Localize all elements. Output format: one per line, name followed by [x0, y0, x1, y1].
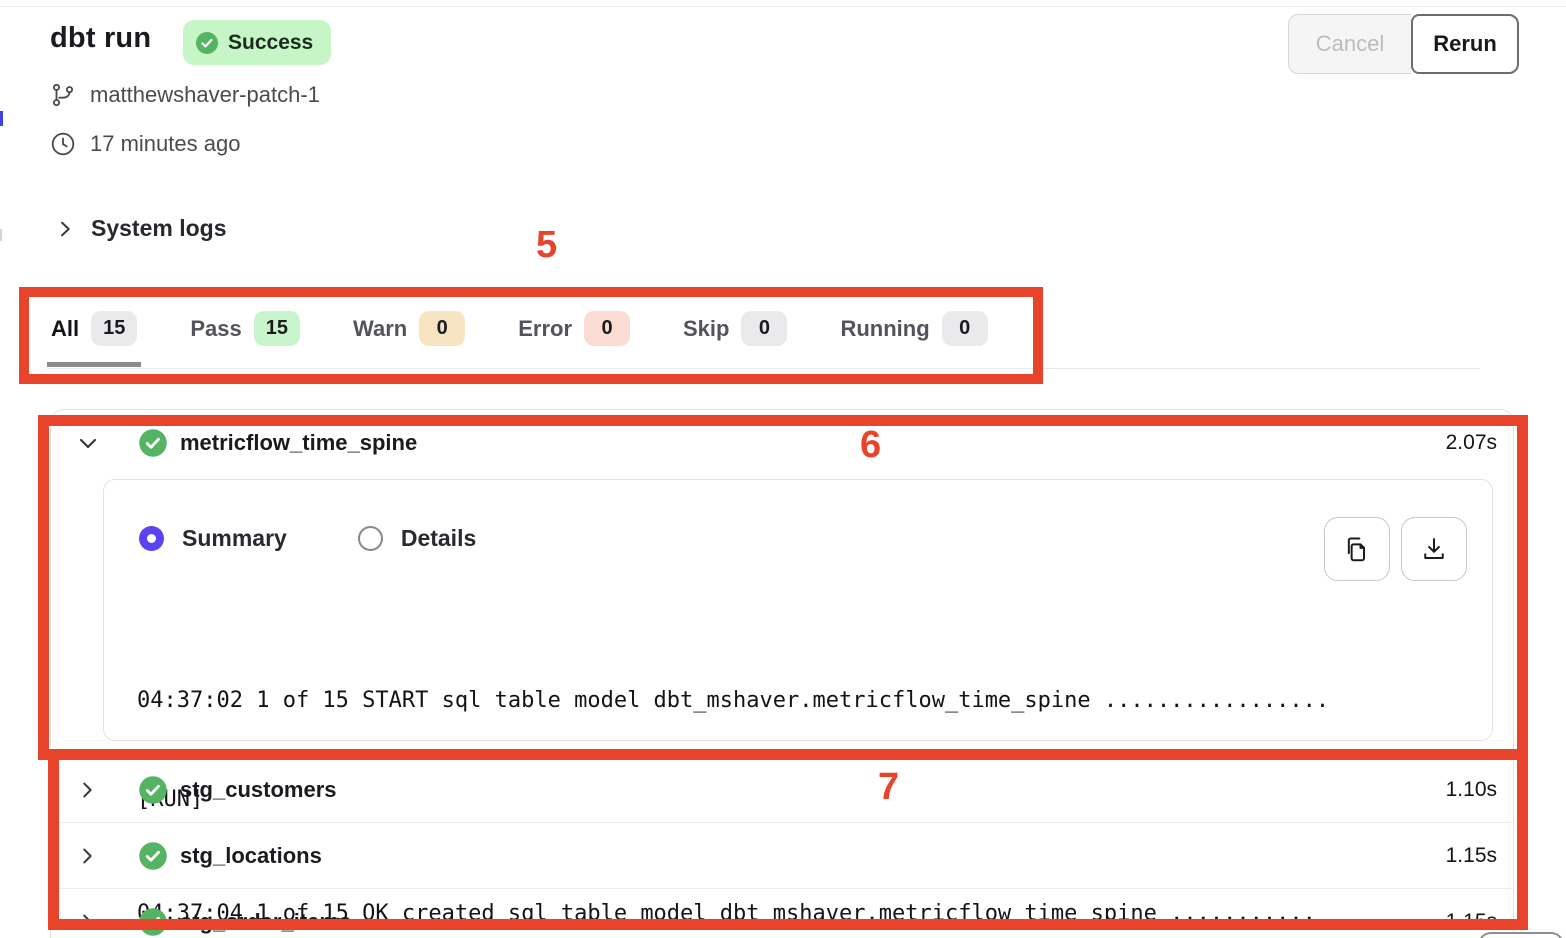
tab-pass-count: 15 — [254, 311, 300, 346]
top-divider — [0, 6, 1566, 7]
branch-row: matthewshaver-patch-1 — [50, 82, 320, 108]
success-check-icon — [195, 31, 219, 55]
details-radio-label: Details — [401, 525, 476, 552]
status-badge-label: Success — [228, 31, 313, 55]
copy-icon — [1343, 535, 1371, 563]
success-check-icon — [138, 841, 168, 871]
branch-name: matthewshaver-patch-1 — [90, 82, 320, 108]
tab-pass-label: Pass — [190, 316, 241, 342]
summary-radio[interactable] — [139, 526, 164, 551]
time-ago: 17 minutes ago — [90, 131, 240, 157]
system-logs-toggle[interactable]: System logs — [55, 215, 227, 242]
tab-error-count: 0 — [584, 311, 630, 346]
copy-logs-button[interactable] — [1324, 517, 1390, 581]
rerun-button[interactable]: Rerun — [1411, 14, 1519, 74]
model-duration: 1.10s — [1446, 778, 1497, 802]
results-table: metricflow_time_spine 2.07s Summary Deta… — [50, 409, 1514, 938]
tab-error[interactable]: Error 0 — [514, 303, 634, 367]
model-name: stg_customers — [180, 777, 337, 803]
tab-all-label: All — [51, 316, 79, 342]
download-icon — [1420, 535, 1448, 563]
tab-all[interactable]: All 15 — [47, 303, 141, 367]
run-actions: Cancel Rerun — [1288, 14, 1519, 74]
tab-warn-label: Warn — [353, 316, 407, 342]
status-badge: Success — [183, 20, 331, 65]
tab-skip[interactable]: Skip 0 — [679, 303, 791, 367]
model-name: metricflow_time_spine — [180, 430, 417, 456]
status-tabs: All 15 Pass 15 Warn 0 Error 0 Skip 0 Run… — [47, 303, 992, 367]
row-stg-order-items[interactable]: stg_order_items 1.15s — [51, 888, 1513, 938]
git-branch-icon — [50, 82, 76, 108]
model-name: stg_locations — [180, 843, 322, 869]
row-stg-locations[interactable]: stg_locations 1.15s — [51, 822, 1513, 888]
success-check-icon — [138, 907, 168, 937]
cancel-button[interactable]: Cancel — [1288, 14, 1411, 74]
tab-warn-count: 0 — [419, 311, 465, 346]
tab-running[interactable]: Running 0 — [836, 303, 991, 367]
download-logs-button[interactable] — [1401, 517, 1467, 581]
tab-all-count: 15 — [91, 311, 137, 346]
chevron-right-icon[interactable] — [76, 779, 100, 801]
tab-error-label: Error — [518, 316, 572, 342]
dbt-run-page: dbt run Success Cancel Rerun matthewshav… — [0, 0, 1566, 938]
edge-artifact-grey — [0, 229, 2, 241]
chevron-right-icon — [55, 219, 75, 239]
time-row: 17 minutes ago — [50, 131, 240, 157]
chevron-down-icon[interactable] — [76, 431, 100, 455]
tab-warn[interactable]: Warn 0 — [349, 303, 469, 367]
summary-radio-label: Summary — [182, 525, 287, 552]
tab-pass[interactable]: Pass 15 — [186, 303, 304, 367]
details-radio[interactable] — [358, 526, 383, 551]
log-view-switch: Summary Details — [139, 525, 476, 552]
row-stg-customers[interactable]: stg_customers 1.10s — [51, 756, 1513, 822]
tabs-baseline — [47, 368, 1480, 369]
model-duration: 1.15s — [1446, 910, 1497, 934]
success-check-icon — [138, 775, 168, 805]
log-summary-card: Summary Details — [103, 479, 1493, 741]
log-line: 04:37:02 1 of 15 START sql table model d… — [137, 684, 1329, 717]
chevron-right-icon[interactable] — [76, 911, 100, 933]
chevron-right-icon[interactable] — [76, 845, 100, 867]
tab-running-label: Running — [840, 316, 929, 342]
clock-icon — [50, 131, 76, 157]
system-logs-label: System logs — [91, 215, 227, 242]
model-name: stg_order_items — [180, 909, 351, 935]
success-check-icon — [138, 428, 168, 458]
row-metricflow-time-spine[interactable]: metricflow_time_spine 2.07s — [51, 410, 1513, 476]
tab-running-count: 0 — [942, 311, 988, 346]
partial-button-bottom[interactable] — [1478, 932, 1564, 938]
edge-artifact-blue — [0, 111, 3, 126]
model-duration: 2.07s — [1446, 431, 1497, 455]
page-title: dbt run — [50, 22, 151, 55]
model-duration: 1.15s — [1446, 844, 1497, 868]
annotation-label-5: 5 — [536, 224, 557, 267]
tab-skip-count: 0 — [741, 311, 787, 346]
tab-skip-label: Skip — [683, 316, 729, 342]
